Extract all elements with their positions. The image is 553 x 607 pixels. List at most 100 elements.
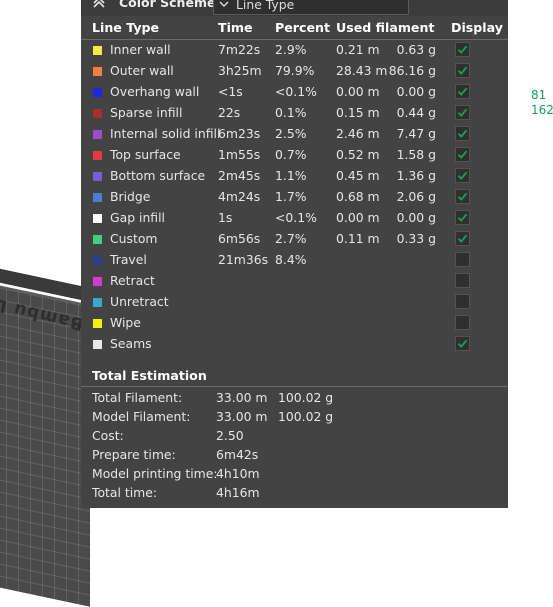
display-checkbox[interactable] [455, 63, 470, 78]
check-icon [457, 66, 468, 75]
percent-value: 8.4% [275, 252, 307, 267]
estimation-value: 2.50 [216, 428, 244, 443]
display-checkbox[interactable] [455, 168, 470, 183]
display-checkbox[interactable] [455, 336, 470, 351]
color-scheme-value: Line Type [236, 0, 295, 12]
legend-panel: Color Scheme Line Type Line Type Time Pe… [81, 0, 508, 508]
estimation-label: Prepare time: [92, 447, 176, 462]
estimation-value: 33.00 m [216, 390, 268, 405]
line-type-label: Unretract [110, 294, 169, 309]
estimation-value: 6m42s [216, 447, 259, 462]
used-length-value: 28.43 m [336, 63, 388, 78]
display-checkbox[interactable] [455, 294, 470, 309]
percent-value: 0.7% [275, 147, 307, 162]
table-row[interactable]: Bottom surface 2m45s 1.1% 0.45 m 1.36 g [81, 166, 508, 187]
check-icon [457, 192, 468, 201]
line-type-label: Retract [110, 273, 155, 288]
color-swatch [93, 235, 102, 244]
used-length-value: 0.00 m [336, 84, 380, 99]
check-icon [457, 339, 468, 348]
color-scheme-dropdown[interactable]: Line Type [213, 0, 409, 15]
color-scheme-label: Color Scheme [119, 0, 216, 10]
table-row[interactable]: Outer wall 3h25m 79.9% 28.43 m 86.16 g [81, 61, 508, 82]
side-readout: 81 162 [531, 88, 553, 117]
used-weight-value: 7.47 g [396, 126, 436, 141]
estimation-value: 33.00 m [216, 409, 268, 424]
percent-value: 2.9% [275, 42, 307, 57]
display-checkbox[interactable] [455, 252, 470, 267]
color-swatch [93, 88, 102, 97]
table-row[interactable]: Bridge 4m24s 1.7% 0.68 m 2.06 g [81, 187, 508, 208]
display-checkbox[interactable] [455, 126, 470, 141]
color-swatch [93, 340, 102, 349]
chevron-down-icon [218, 0, 230, 11]
percent-value: <0.1% [275, 210, 317, 225]
line-type-label: Travel [110, 252, 147, 267]
table-row[interactable]: Travel 21m36s 8.4% [81, 250, 508, 271]
display-checkbox[interactable] [455, 273, 470, 288]
time-value: <1s [218, 84, 243, 99]
table-row[interactable]: Inner wall 7m22s 2.9% 0.21 m 0.63 g [81, 40, 508, 61]
table-row[interactable]: Unretract [81, 292, 508, 313]
estimation-value: 4h10m [216, 466, 260, 481]
estimation-row: Total time: 4h16m [81, 485, 508, 504]
used-length-value: 0.52 m [336, 147, 380, 162]
display-checkbox[interactable] [455, 84, 470, 99]
used-weight-value: 0.63 g [396, 42, 436, 57]
header-used-filament: Used filament [336, 20, 435, 35]
table-row[interactable]: Custom 6m56s 2.7% 0.11 m 0.33 g [81, 229, 508, 250]
table-row[interactable]: Gap infill 1s <0.1% 0.00 m 0.00 g [81, 208, 508, 229]
color-swatch [93, 214, 102, 223]
used-length-value: 0.68 m [336, 189, 380, 204]
table-row[interactable]: Seams [81, 334, 508, 355]
table-row[interactable]: Overhang wall <1s <0.1% 0.00 m 0.00 g [81, 82, 508, 103]
time-value: 21m36s [218, 252, 269, 267]
header-time: Time [218, 20, 253, 35]
check-icon [457, 87, 468, 96]
line-type-label: Custom [110, 231, 158, 246]
percent-value: 79.9% [275, 63, 315, 78]
time-value: 1m55s [218, 147, 261, 162]
check-icon [457, 108, 468, 117]
display-checkbox[interactable] [455, 210, 470, 225]
display-checkbox[interactable] [455, 105, 470, 120]
display-checkbox[interactable] [455, 147, 470, 162]
header-line-type: Line Type [92, 20, 160, 35]
estimation-row: Cost: 2.50 [81, 428, 508, 447]
table-row[interactable]: Top surface 1m55s 0.7% 0.52 m 1.58 g [81, 145, 508, 166]
table-row[interactable]: Internal solid infill 6m23s 2.5% 2.46 m 7.47… [81, 124, 508, 145]
percent-value: 1.7% [275, 189, 307, 204]
line-type-label: Bridge [110, 189, 151, 204]
display-checkbox[interactable] [455, 189, 470, 204]
used-weight-value: 0.44 g [396, 105, 436, 120]
line-type-label: Wipe [110, 315, 141, 330]
used-length-value: 0.11 m [336, 231, 380, 246]
color-swatch [93, 319, 102, 328]
estimation-row: Total Filament: 33.00 m 100.02 g [81, 390, 508, 409]
used-length-value: 0.21 m [336, 42, 380, 57]
used-length-value: 0.45 m [336, 168, 380, 183]
line-type-label: Gap infill [110, 210, 165, 225]
table-row[interactable]: Wipe [81, 313, 508, 334]
check-icon [457, 234, 468, 243]
estimation-row: Prepare time: 6m42s [81, 447, 508, 466]
table-row[interactable]: Sparse infill 22s 0.1% 0.15 m 0.44 g [81, 103, 508, 124]
check-icon [457, 171, 468, 180]
collapse-up-icon[interactable] [91, 0, 107, 10]
table-header: Line Type Time Percent Used filament Dis… [81, 17, 508, 40]
time-value: 1s [218, 210, 233, 225]
display-checkbox[interactable] [455, 42, 470, 57]
readout-value: 162 [531, 102, 553, 117]
display-checkbox[interactable] [455, 315, 470, 330]
estimation-weight: 100.02 g [278, 390, 334, 405]
divider [81, 386, 508, 387]
used-weight-value: 1.58 g [396, 147, 436, 162]
time-value: 6m23s [218, 126, 261, 141]
used-weight-value: 2.06 g [396, 189, 436, 204]
time-value: 7m22s [218, 42, 261, 57]
display-checkbox[interactable] [455, 231, 470, 246]
used-weight-value: 1.36 g [396, 168, 436, 183]
check-icon [457, 45, 468, 54]
table-row[interactable]: Retract [81, 271, 508, 292]
estimation-label: Model Filament: [92, 409, 191, 424]
